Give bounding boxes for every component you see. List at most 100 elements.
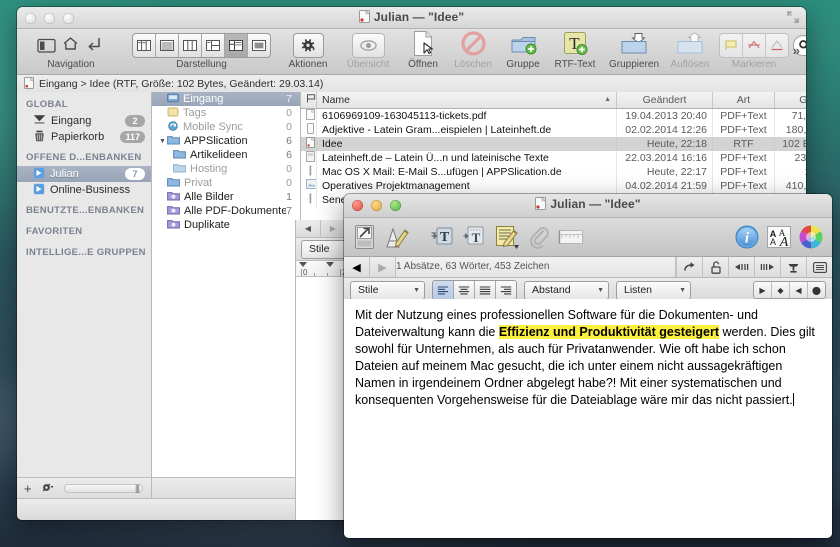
view-columns-icon[interactable] <box>133 33 156 57</box>
view-split-icon[interactable] <box>202 33 225 57</box>
forward-button[interactable]: ▶ <box>321 220 346 237</box>
sidebar-size-slider[interactable]: ||| <box>63 483 143 493</box>
group-row-artikelideen[interactable]: Artikelideen 6 <box>152 148 300 162</box>
rtf-text-icon[interactable]: T <box>563 31 588 59</box>
sidebar-item-online-business[interactable]: Online-Business <box>17 182 151 198</box>
text-insert-icon[interactable]: T <box>428 221 458 253</box>
toolbar-label-navigation: Navigation <box>47 59 95 70</box>
group-row-eingang[interactable]: Eingang 7 <box>152 92 300 106</box>
add-button[interactable]: + <box>24 482 32 495</box>
align-center-icon[interactable] <box>454 281 475 299</box>
home-icon[interactable] <box>58 35 83 55</box>
breadcrumb-text: Eingang > Idee (RTF, Größe: 102 Bytes, G… <box>39 78 324 90</box>
main-toolbar[interactable]: Navigation Darstellung Aktionen Übersich… <box>17 29 806 75</box>
flag-icon[interactable] <box>720 33 743 57</box>
toolbar-label-loeschen: Löschen <box>454 59 492 70</box>
column-header-name[interactable]: Name ▲ <box>317 92 617 108</box>
unlock-icon[interactable] <box>702 257 728 277</box>
view-single-icon[interactable] <box>248 34 270 57</box>
sidebar-toggle-icon[interactable] <box>35 34 58 57</box>
toolbar-overflow-button[interactable]: » <box>793 43 800 58</box>
play-icon[interactable]: ▶ <box>754 282 772 298</box>
column-header-flag[interactable] <box>301 92 317 108</box>
group-into-icon[interactable] <box>620 32 648 59</box>
column-header-kind[interactable]: Art <box>713 92 775 108</box>
column-header-size[interactable]: Größe <box>775 92 806 108</box>
group-row-alle-bilder[interactable]: Alle Bilder 1 <box>152 190 300 204</box>
sidebar-item-papierkorb[interactable]: Papierkorb 117 <box>17 129 151 145</box>
diamond-icon[interactable]: ◆ <box>772 282 790 298</box>
tag-icon <box>167 107 179 120</box>
disclosure-triangle[interactable]: ▼ <box>158 138 167 145</box>
underline-icon[interactable] <box>766 34 788 57</box>
table-row[interactable]: Mac OS X Mail: E-Mail S...ufügen | APPSl… <box>301 165 806 179</box>
group-row-alle-pdf-dokumente[interactable]: Alle PDF-Dokumente 7 <box>152 204 300 218</box>
main-window-titlebar[interactable]: Julian — "Idee" <box>17 7 806 29</box>
highlighted-text: Effizienz und Produktivität gesteigert <box>498 325 720 339</box>
group-list-footer <box>152 477 300 499</box>
view-list-icon[interactable] <box>156 33 179 57</box>
forward-button[interactable]: ▶ <box>369 257 395 277</box>
location-field[interactable]: 1 Absätze, 63 Wörter, 453 Zeichen <box>395 257 676 277</box>
open-in-external-icon[interactable] <box>350 221 380 253</box>
view-three-pane-icon[interactable] <box>179 33 202 57</box>
back-to-group-icon[interactable] <box>83 35 107 55</box>
group-row-privat[interactable]: Privat 0 <box>152 176 300 190</box>
view-widescreen-icon[interactable] <box>225 33 248 57</box>
prev-icon[interactable]: ◀ <box>790 282 808 298</box>
table-row[interactable]: Operatives Projektmanagement 04.02.2014 … <box>301 179 806 193</box>
editor-toolbar[interactable]: T T i AAAA <box>344 218 832 257</box>
trash-icon[interactable] <box>780 257 806 277</box>
info-icon[interactable]: i <box>732 221 762 253</box>
record-icon[interactable]: ⬤ <box>808 282 825 298</box>
lists-popup[interactable]: Listen ▼ <box>616 280 691 300</box>
sidebar-icon[interactable] <box>806 257 832 277</box>
ruler-toggle-icon[interactable] <box>556 221 586 253</box>
align-left-icon[interactable] <box>433 281 454 299</box>
gear-icon[interactable] <box>292 32 324 58</box>
editor-info-bar[interactable]: ◀ ▶ 1 Absätze, 63 Wörter, 453 Zeichen <box>344 257 832 278</box>
text-replace-icon[interactable]: T <box>460 221 490 253</box>
file-modified: 19.04.2013 20:40 <box>617 109 713 123</box>
column-header-modified[interactable]: Geändert <box>617 92 713 108</box>
group-row-tags[interactable]: Tags 0 <box>152 106 300 120</box>
document-text-area[interactable]: Mit der Nutzung eines professionellen So… <box>344 299 832 538</box>
editor-titlebar[interactable]: Julian — "Idee" <box>344 194 832 218</box>
colors-icon[interactable] <box>796 221 826 253</box>
group-count: 1 <box>286 191 292 203</box>
strike-icon[interactable] <box>743 33 766 57</box>
group-row-mobile-sync[interactable]: Mobile Sync 0 <box>152 120 300 134</box>
table-row[interactable]: Lateinheft.de – Latein Ü...n und lateini… <box>301 151 806 165</box>
gear-icon[interactable] <box>41 482 55 496</box>
shrink-icon[interactable] <box>728 257 754 277</box>
edit-list-icon[interactable] <box>492 221 522 253</box>
navigation-buttons[interactable]: ▶ ◆ ◀ ⬤ <box>753 281 826 299</box>
document-open-icon[interactable] <box>411 30 435 60</box>
back-button[interactable]: ◀ <box>344 257 369 277</box>
sidebar-item-julian[interactable]: Julian 7 <box>17 166 151 182</box>
inbox-icon <box>33 114 46 128</box>
group-row-appslication[interactable]: ▼ APPSlication 6 <box>152 134 300 148</box>
alignment-segmented-control[interactable] <box>432 280 517 300</box>
align-right-icon[interactable] <box>496 281 516 299</box>
group-row-hosting[interactable]: Hosting 0 <box>152 162 300 176</box>
group-add-icon[interactable] <box>510 32 537 59</box>
back-button[interactable]: ◀ <box>296 220 321 237</box>
align-justify-icon[interactable] <box>475 281 496 299</box>
file-name: Mac OS X Mail: E-Mail S...ufügen | APPSl… <box>317 165 617 179</box>
expand-icon[interactable] <box>754 257 780 277</box>
group-row-duplikate[interactable]: Duplikate <box>152 218 300 232</box>
style-popup[interactable]: Stile ▼ <box>350 280 425 300</box>
fullscreen-icon[interactable] <box>787 11 799 23</box>
fonts-icon[interactable]: AAAA <box>764 221 794 253</box>
annotate-icon[interactable] <box>382 221 412 253</box>
toolbar-label-oeffnen: Öffnen <box>408 59 438 70</box>
eye-icon[interactable] <box>351 32 385 58</box>
table-row[interactable]: Adjektive - Latein Gram...eispielen | La… <box>301 123 806 137</box>
file-list-header[interactable]: Name ▲ Geändert Art Größe URL <box>301 92 806 109</box>
table-row[interactable]: Idee Heute, 22:18 RTF 102 Bytes <box>301 137 806 151</box>
table-row[interactable]: 6106969109-163045113-tickets.pdf 19.04.2… <box>301 109 806 123</box>
sidebar-item-eingang[interactable]: Eingang 2 <box>17 113 151 129</box>
spacing-popup[interactable]: Abstand ▼ <box>524 280 609 300</box>
share-icon[interactable] <box>676 257 702 277</box>
